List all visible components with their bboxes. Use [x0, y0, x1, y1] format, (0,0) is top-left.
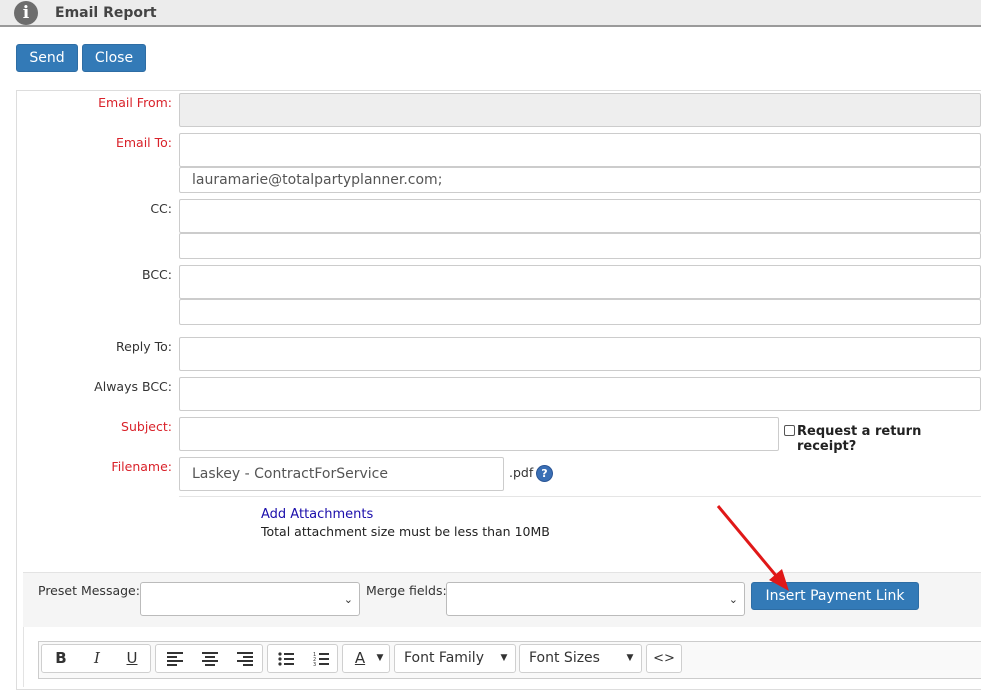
- font-family-label: Font Family: [404, 650, 484, 666]
- bcc-field[interactable]: [179, 265, 981, 299]
- email-from-field[interactable]: [179, 93, 981, 127]
- attachment-size-note: Total attachment size must be less than …: [261, 524, 550, 539]
- cc-field[interactable]: [179, 199, 981, 233]
- info-icon: i: [14, 1, 38, 25]
- send-button[interactable]: Send: [16, 44, 78, 72]
- list-group: 123: [267, 644, 338, 673]
- bcc-recipients[interactable]: [179, 299, 981, 325]
- caret-down-icon: ▼: [376, 653, 384, 663]
- window-title: Email Report: [55, 5, 157, 21]
- align-center-icon[interactable]: [193, 645, 227, 672]
- numbered-list-icon[interactable]: 123: [304, 645, 338, 672]
- text-color-button[interactable]: A ▼: [342, 644, 390, 673]
- add-attachments-link[interactable]: Add Attachments: [261, 507, 373, 522]
- always-bcc-field[interactable]: [179, 377, 981, 411]
- font-sizes-label: Font Sizes: [529, 650, 600, 666]
- email-to-recipients[interactable]: lauramarie@totalpartyplanner.com;: [179, 167, 981, 193]
- reply-to-field[interactable]: [179, 337, 981, 371]
- email-from-label: Email From:: [98, 95, 172, 110]
- bold-button[interactable]: B: [44, 645, 78, 672]
- preset-message-label: Preset Message:: [38, 583, 140, 598]
- alignment-group: [155, 644, 263, 673]
- font-sizes-dropdown[interactable]: Font Sizes ▼: [519, 644, 642, 673]
- caret-down-icon: ▼: [626, 653, 634, 663]
- title-bar: i Email Report: [0, 0, 981, 27]
- email-to-field[interactable]: [179, 133, 981, 167]
- subject-field[interactable]: [179, 417, 779, 451]
- close-button[interactable]: Close: [82, 44, 146, 72]
- insert-payment-link-button[interactable]: Insert Payment Link: [751, 582, 919, 610]
- bcc-label: BCC:: [141, 267, 172, 282]
- cc-recipients[interactable]: [179, 233, 981, 259]
- chevron-down-icon: ⌄: [728, 593, 738, 606]
- filename-extension: .pdf: [509, 465, 534, 480]
- merge-fields-label: Merge fields:: [366, 583, 447, 598]
- help-icon[interactable]: ?: [537, 466, 552, 481]
- svg-text:3: 3: [313, 662, 316, 666]
- source-code-button[interactable]: <>: [646, 644, 682, 673]
- chevron-down-icon: ⌄: [343, 593, 353, 606]
- underline-button[interactable]: U: [115, 645, 149, 672]
- caret-down-icon: ▼: [500, 653, 508, 663]
- font-color-icon: A: [354, 649, 366, 667]
- always-bcc-label: Always BCC:: [94, 379, 172, 394]
- bullet-list-icon[interactable]: [269, 645, 303, 672]
- text-style-group: B I U: [41, 644, 151, 673]
- code-icon: <>: [653, 651, 675, 666]
- filename-field[interactable]: Laskey - ContractForService: [179, 457, 504, 491]
- email-to-label: Email To:: [115, 135, 172, 150]
- align-left-icon[interactable]: [158, 645, 192, 672]
- italic-button[interactable]: I: [80, 645, 114, 672]
- align-right-icon[interactable]: [228, 645, 262, 672]
- subject-label: Subject:: [121, 419, 172, 434]
- return-receipt-checkbox[interactable]: [784, 425, 795, 436]
- cc-label: CC:: [150, 201, 172, 216]
- font-family-dropdown[interactable]: Font Family ▼: [394, 644, 516, 673]
- filename-label: Filename:: [111, 459, 172, 474]
- return-receipt-label: Request a return receipt?: [797, 424, 922, 454]
- preset-message-select[interactable]: ⌄: [140, 582, 360, 616]
- reply-to-label: Reply To:: [116, 339, 172, 354]
- divider: [179, 496, 981, 497]
- merge-fields-select[interactable]: ⌄: [446, 582, 745, 616]
